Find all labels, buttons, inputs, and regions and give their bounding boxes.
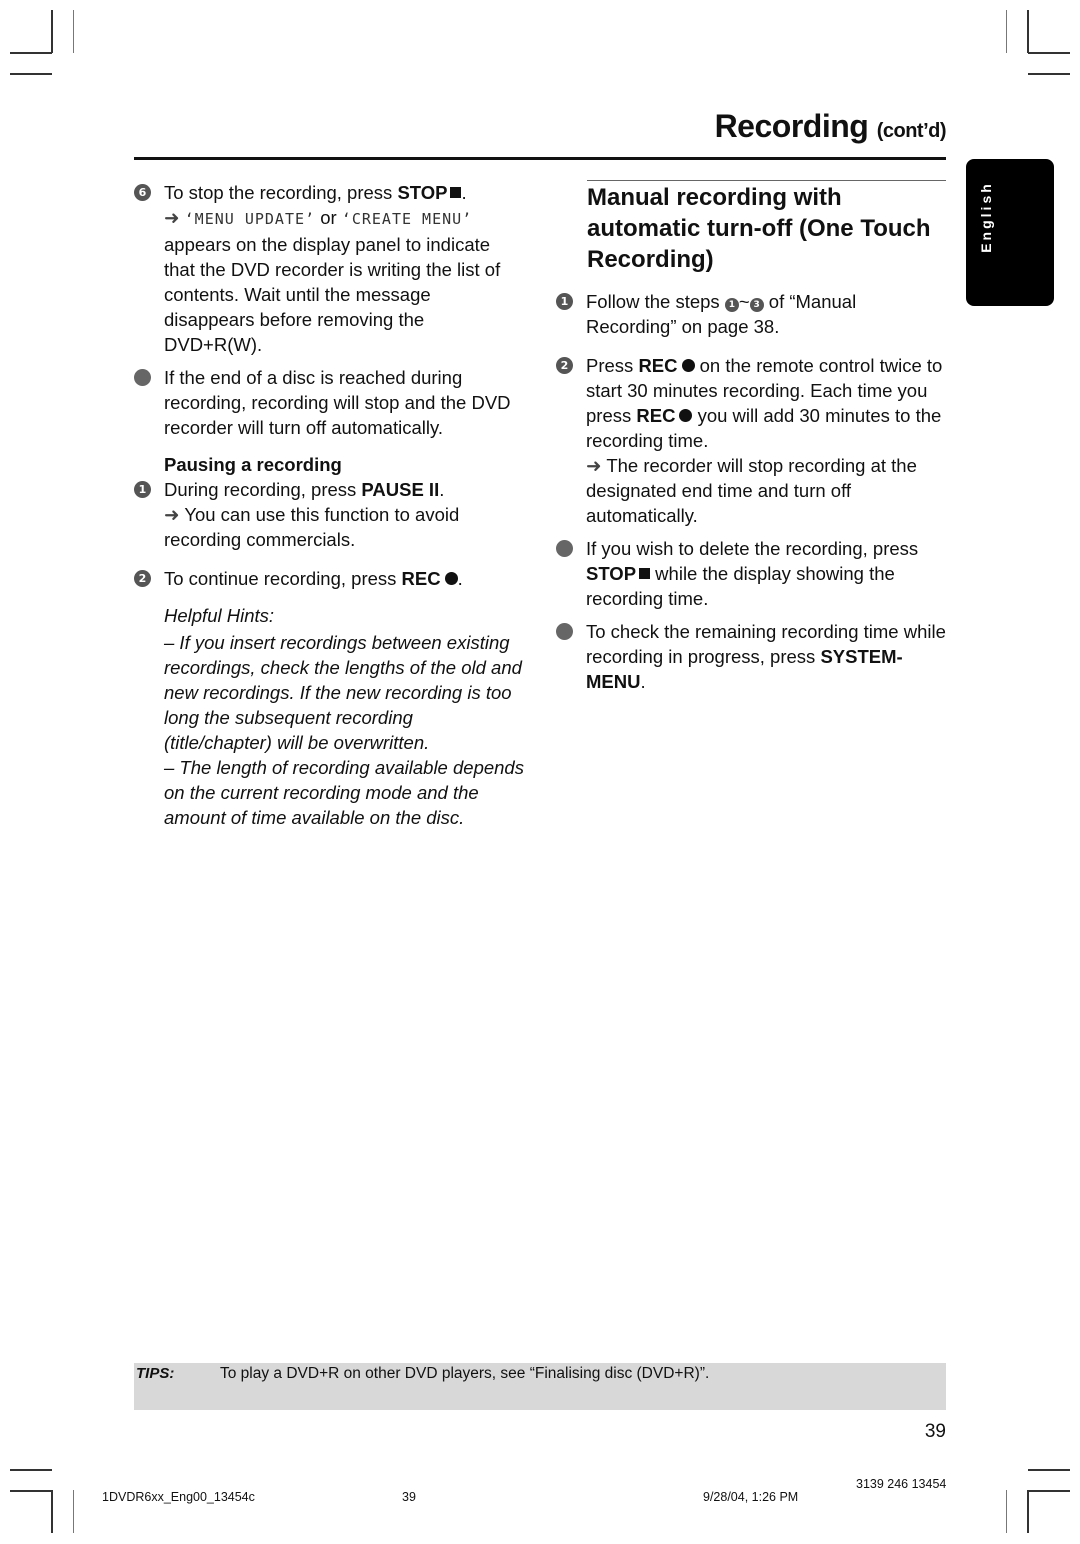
key-label: REC — [636, 405, 676, 426]
header-divider — [134, 157, 946, 160]
punctuation: . — [457, 568, 463, 589]
key-label: STOP — [397, 182, 448, 203]
step-number-icon: 6 — [134, 184, 151, 201]
bullet-item: To check the remaining recording time wh… — [556, 619, 946, 694]
step-note: You can use this function to avoid recor… — [164, 504, 460, 550]
step-number-icon: 2 — [134, 570, 151, 587]
crop-mark — [1028, 52, 1070, 54]
footer-filename: 1DVDR6xx_Eng00_13454c — [102, 1490, 255, 1504]
otr-step-2: 2 Press REC on the remote control twice … — [556, 353, 946, 528]
left-column: 6 To stop the recording, press STOP. ➜ ‘… — [134, 180, 524, 830]
tips-text: To play a DVD+R on other DVD players, se… — [220, 1365, 710, 1382]
key-label: REC — [638, 355, 678, 376]
record-dot-icon — [444, 572, 458, 585]
page-title-main: Recording — [714, 108, 869, 144]
step-reference-icon: 3 — [749, 298, 764, 312]
key-label: STOP — [586, 563, 637, 584]
crop-mark — [1028, 1469, 1070, 1471]
bullet-item: If you wish to delete the recording, pre… — [556, 536, 946, 611]
record-dot-icon — [681, 359, 695, 372]
step-continuation: appears on the display panel to indicate… — [164, 234, 501, 355]
crop-mark — [10, 1490, 52, 1492]
pause-step-1: 1 During recording, press PAUSE II. ➜ Yo… — [134, 477, 524, 552]
range-tilde: ~ — [738, 291, 750, 312]
step-text: To stop the recording, press — [164, 182, 398, 203]
punctuation: . — [439, 479, 445, 500]
crop-mark — [1027, 1490, 1029, 1533]
bullet-text: If the end of a disc is reached during r… — [164, 367, 511, 438]
crop-mark — [1027, 10, 1029, 53]
punctuation: . — [640, 671, 646, 692]
crop-mark — [1006, 1490, 1007, 1533]
record-dot-icon — [679, 409, 693, 422]
stop-square-icon — [450, 187, 462, 198]
footer-page: 39 — [402, 1490, 416, 1504]
section-title: Manual recording with automatic turn-off… — [587, 184, 931, 273]
lcd-text: ‘MENU UPDATE’ — [184, 210, 316, 228]
page-title-subtitle: (cont’d) — [876, 120, 947, 142]
right-column: Manual recording with automatic turn-off… — [556, 180, 946, 702]
crop-mark — [1028, 73, 1070, 75]
crop-mark — [10, 1469, 52, 1471]
step-text: Press — [586, 355, 639, 376]
hint-item: – The length of recording available depe… — [164, 757, 524, 828]
helpful-hints: Helpful Hints: – If you insert recording… — [134, 603, 524, 830]
step-number-icon: 1 — [556, 293, 573, 310]
step-number-icon: 2 — [556, 357, 573, 374]
arrow-right-icon: ➜ — [164, 504, 180, 525]
step-number-icon: 1 — [134, 481, 151, 498]
crop-mark — [10, 73, 52, 75]
arrow-right-icon: ➜ — [586, 455, 602, 476]
pause-step-2: 2 To continue recording, press REC. — [134, 566, 524, 591]
crop-mark — [73, 10, 74, 53]
bullet-icon — [134, 369, 151, 386]
page-title: Recording (cont’d) — [714, 108, 947, 145]
hint-item: – If you insert recordings between exist… — [164, 632, 522, 753]
language-tab-label: English — [978, 180, 994, 253]
crop-mark — [51, 1490, 53, 1533]
key-label: PAUSE II — [361, 479, 440, 500]
arrow-right-icon: ➜ — [164, 207, 180, 228]
punctuation: . — [461, 182, 467, 203]
step-6: 6 To stop the recording, press STOP. ➜ ‘… — [134, 180, 524, 357]
step-text: During recording, press — [164, 479, 362, 500]
tips-label: TIPS: — [136, 1365, 175, 1382]
step-text: Follow the steps — [586, 291, 725, 312]
crop-mark — [10, 52, 52, 54]
bullet-icon — [556, 540, 573, 557]
crop-mark — [1028, 1490, 1070, 1492]
bullet-icon — [556, 623, 573, 640]
subheading-pausing: Pausing a recording — [164, 454, 342, 475]
connector-text: or — [315, 207, 342, 228]
crop-mark — [73, 1490, 74, 1533]
step-text: To continue recording, press — [164, 568, 402, 589]
crop-mark — [1006, 10, 1007, 53]
crop-mark — [51, 10, 53, 53]
lcd-text: ‘CREATE MENU’ — [341, 210, 473, 228]
language-tab: English — [966, 159, 1054, 306]
stop-square-icon — [639, 568, 651, 579]
tips-box: TIPS: To play a DVD+R on other DVD playe… — [134, 1363, 946, 1410]
footer-code: 3139 246 13454 — [856, 1477, 947, 1491]
page-number: 39 — [924, 1421, 946, 1442]
bullet-item: If the end of a disc is reached during r… — [134, 365, 524, 440]
step-reference-icon: 1 — [724, 298, 739, 312]
step-note: The recorder will stop recording at the … — [586, 455, 917, 526]
hints-title: Helpful Hints: — [164, 605, 275, 626]
bullet-text: If you wish to delete the recording, pre… — [586, 538, 919, 559]
footer-timestamp: 9/28/04, 1:26 PM — [703, 1490, 799, 1504]
key-label: REC — [401, 568, 441, 589]
otr-step-1: 1 Follow the steps 1 ~3 of “Manual Record… — [556, 289, 946, 339]
